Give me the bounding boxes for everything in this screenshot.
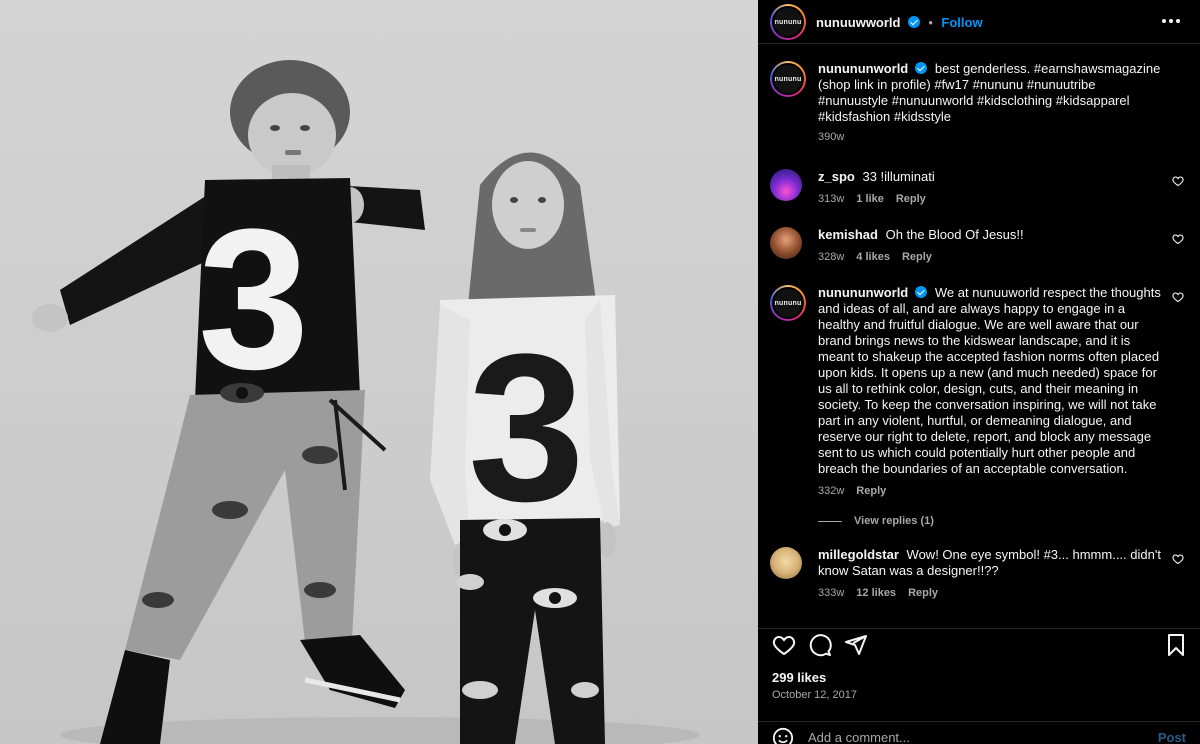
comment-age: 332w <box>818 485 845 497</box>
comment-likes[interactable]: 4 likes <box>856 251 890 263</box>
comment-input[interactable] <box>808 727 1138 744</box>
comment-meta: 332w Reply <box>818 485 1190 497</box>
caption-age: 390w <box>818 131 845 143</box>
emoji-icon[interactable] <box>772 727 794 744</box>
comments-list[interactable]: nununu nunununworld best genderless. #ea… <box>758 45 1200 627</box>
post-header: nununu nunuuwworld • Follow <box>758 0 1200 44</box>
caption-username[interactable]: nunununworld <box>818 61 908 76</box>
author-avatar[interactable]: nununu <box>770 4 806 40</box>
post-actions: 299 likes October 12, 2017 Post <box>758 628 1200 744</box>
likes-count[interactable]: 299 likes <box>772 670 826 685</box>
comment-item: nununu nunununworld We at nunuuworld res… <box>770 285 1190 527</box>
comment-username[interactable]: kemishad <box>818 227 878 242</box>
save-bookmark-icon[interactable] <box>1164 633 1188 657</box>
comment-age: 313w <box>818 193 845 205</box>
comment-meta: 333w 12 likes Reply <box>818 587 1190 599</box>
like-comment-heart-icon[interactable] <box>1172 291 1184 303</box>
more-options-icon[interactable] <box>1162 12 1184 30</box>
follow-button[interactable]: Follow <box>941 15 982 30</box>
comment-age: 333w <box>818 587 845 599</box>
comment-item: kemishad Oh the Blood Of Jesus!! 328w 4 … <box>770 227 1190 263</box>
caption-body: nunununworld best genderless. #earnshaws… <box>818 61 1168 125</box>
like-comment-heart-icon[interactable] <box>1172 233 1184 245</box>
comment-likes[interactable]: 12 likes <box>856 587 896 599</box>
boy-shirt-number: 3 <box>198 188 309 411</box>
caption-avatar-text: nununu <box>772 63 804 95</box>
comment-username[interactable]: nunununworld <box>818 285 908 300</box>
comment-username[interactable]: millegoldstar <box>818 547 899 562</box>
header-author-row: nunuuwworld • Follow <box>816 14 983 32</box>
commenter-avatar[interactable] <box>770 169 802 201</box>
post-comment-button[interactable]: Post <box>1158 730 1186 744</box>
commenter-avatar-text: nununu <box>772 287 804 319</box>
comment-username[interactable]: z_spo <box>818 169 855 184</box>
commenter-avatar[interactable] <box>770 547 802 579</box>
like-heart-icon[interactable] <box>772 633 796 657</box>
comment-body: kemishad Oh the Blood Of Jesus!! <box>818 227 1168 243</box>
reply-button[interactable]: Reply <box>896 193 926 205</box>
reply-button[interactable]: Reply <box>856 485 886 497</box>
caption-avatar[interactable]: nununu <box>770 61 806 97</box>
verified-badge-icon <box>915 62 928 74</box>
comment-meta: 313w 1 like Reply <box>818 193 1190 205</box>
comment-text: Oh the Blood Of Jesus!! <box>885 227 1024 242</box>
caption-meta: 390w <box>818 131 1190 143</box>
comment-text: We at nunuuworld respect the thoughts an… <box>818 285 1161 476</box>
like-comment-heart-icon[interactable] <box>1172 553 1184 565</box>
author-username[interactable]: nunuuwworld <box>816 15 900 30</box>
view-replies-label: View replies (1) <box>854 515 934 527</box>
comment-meta: 328w 4 likes Reply <box>818 251 1190 263</box>
like-comment-heart-icon[interactable] <box>1172 175 1184 187</box>
comment-text: 33 !illuminati <box>862 169 935 184</box>
comment-body: z_spo 33 !illuminati <box>818 169 1168 185</box>
comment-age: 328w <box>818 251 845 263</box>
comment-body: nunununworld We at nunuuworld respect th… <box>818 285 1168 477</box>
photo-illustration: 3 3 <box>32 60 700 744</box>
post-date: October 12, 2017 <box>772 689 858 701</box>
comment-item: z_spo 33 !illuminati 313w 1 like Reply <box>770 169 1190 205</box>
comment-item: millegoldstar Wow! One eye symbol! #3...… <box>770 547 1190 599</box>
commenter-avatar[interactable]: nununu <box>770 285 806 321</box>
verified-badge-icon <box>907 16 920 28</box>
post-sidebar: nununu nunuuwworld • Follow nununu nunun… <box>758 0 1200 744</box>
verified-badge-icon <box>915 286 928 298</box>
commenter-avatar[interactable] <box>770 227 802 259</box>
reply-button[interactable]: Reply <box>902 251 932 263</box>
add-comment-bar: Post <box>758 721 1200 744</box>
separator-dot: • <box>928 15 933 30</box>
comment-bubble-icon[interactable] <box>808 633 832 657</box>
girl-shirt-number: 3 <box>468 310 585 545</box>
view-replies-line <box>818 520 842 522</box>
author-avatar-text: nununu <box>772 6 804 38</box>
comment-likes[interactable]: 1 like <box>856 193 884 205</box>
comment-body: millegoldstar Wow! One eye symbol! #3...… <box>818 547 1168 579</box>
share-send-icon[interactable] <box>844 633 868 657</box>
view-replies-button[interactable]: View replies (1) <box>818 515 1190 527</box>
reply-button[interactable]: Reply <box>908 587 938 599</box>
caption: nununu nunununworld best genderless. #ea… <box>770 61 1190 143</box>
post-photo[interactable]: 3 3 <box>0 0 758 744</box>
